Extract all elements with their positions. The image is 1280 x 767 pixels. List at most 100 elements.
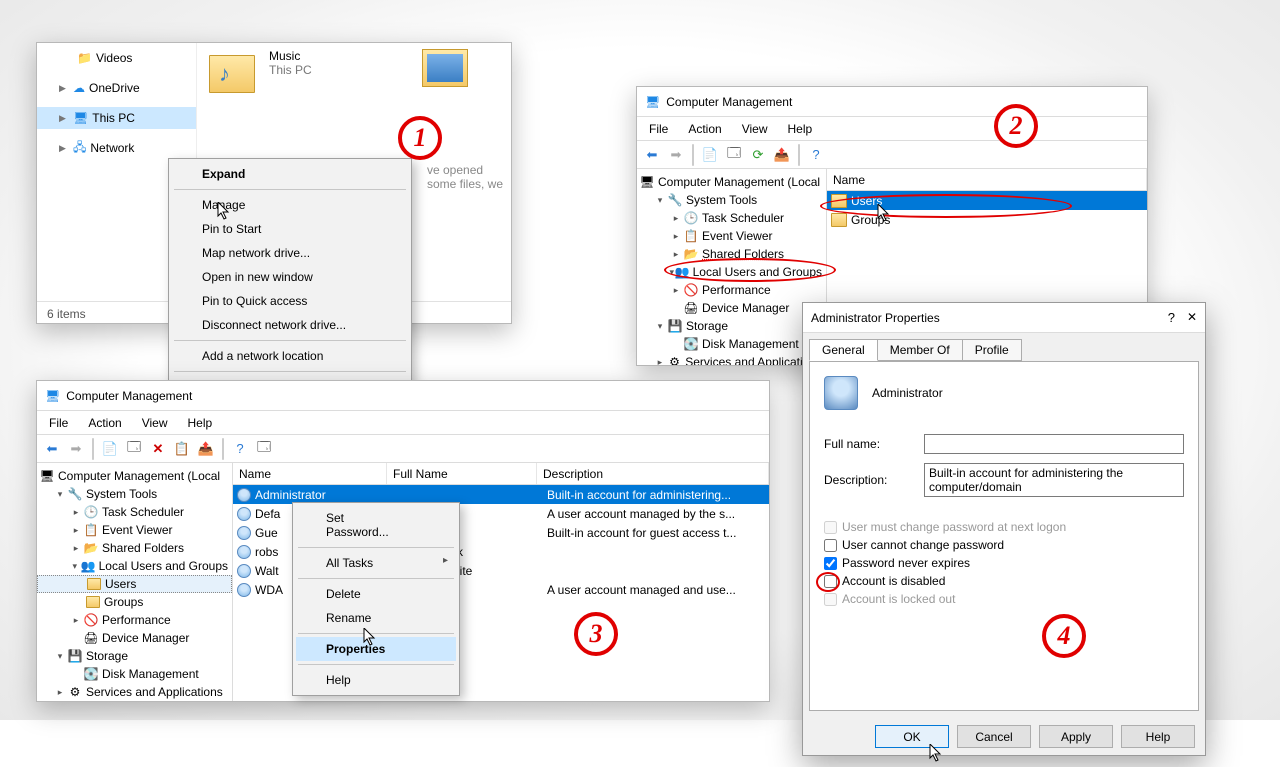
ok-button[interactable]: OK [875,725,949,748]
delete-button[interactable]: ✕ [147,438,169,460]
cancel-button[interactable]: Cancel [957,725,1031,748]
chk-disabled[interactable] [824,575,837,588]
separator [92,438,94,460]
tree-devmgr[interactable]: 🖨Device Manager [637,299,826,317]
menu-help[interactable]: Help [780,120,821,138]
help-button[interactable]: ? [1168,310,1175,325]
tree-lug[interactable]: ▾👥Local Users and Groups [637,263,826,281]
tree-eventviewer[interactable]: ▸📋Event Viewer [637,227,826,245]
close-button[interactable]: ✕ [1187,310,1197,325]
view-button[interactable]: 🗔 [253,438,275,460]
menu-file[interactable]: File [641,120,676,138]
tree-diskmgmt[interactable]: 💽Disk Management [637,335,826,353]
menu-view[interactable]: View [134,414,176,432]
tree-systools[interactable]: ▾🔧System Tools [37,485,232,503]
col-name[interactable]: Name [233,463,387,484]
ctx-open-new[interactable]: Open in new window [172,265,408,289]
nav-back-button[interactable]: ⬅ [41,438,63,460]
description-input[interactable] [924,463,1184,497]
export-button[interactable]: 📤 [195,438,217,460]
tree-groups[interactable]: Groups [37,593,232,611]
new-button[interactable]: 📄 [99,438,121,460]
separator [298,633,454,634]
ctx-delete[interactable]: Delete [296,582,456,606]
export-button[interactable]: 📤 [771,144,793,166]
user-icon [237,488,251,502]
tree-diskmgmt[interactable]: 💽Disk Management [37,665,232,683]
refresh-button[interactable]: ⟳ [747,144,769,166]
col-fullname[interactable]: Full Name [387,463,537,484]
list-item-groups[interactable]: Groups [827,210,1147,229]
separator [174,340,406,341]
tree-systools[interactable]: ▾🔧System Tools [637,191,826,209]
tree-services[interactable]: ▸⚙Services and Applications [37,683,232,701]
col-name[interactable]: Name [827,169,1147,190]
chk-label: Password never expires [842,556,970,570]
tree-storage[interactable]: ▾💾Storage [37,647,232,665]
nav-forward-button[interactable]: ➡ [665,144,687,166]
prop-button[interactable]: 📋 [171,438,193,460]
user-icon [237,564,251,578]
col-desc[interactable]: Description [537,463,769,484]
fullname-input[interactable] [924,434,1184,454]
nav-item-onedrive[interactable]: ▶ ☁ OneDrive [37,77,196,99]
nav-item-videos[interactable]: 📁 Videos [37,47,196,69]
menu-view[interactable]: View [734,120,776,138]
apply-button[interactable]: Apply [1039,725,1113,748]
menu-file[interactable]: File [41,414,76,432]
ctx-disconnect[interactable]: Disconnect network drive... [172,313,408,337]
ctx-expand[interactable]: Expand [172,162,408,186]
ctx-pin-start[interactable]: Pin to Start [172,217,408,241]
tree-storage[interactable]: ▾💾Storage [637,317,826,335]
ctx-properties[interactable]: Properties [296,637,456,661]
ctx-map-drive[interactable]: Map network drive... [172,241,408,265]
tree-root[interactable]: 🖥Computer Management (Local [637,173,826,191]
videos-folder-icon[interactable] [422,49,468,87]
tree-users[interactable]: Users [37,575,232,593]
tree-devmgr[interactable]: 🖨Device Manager [37,629,232,647]
tree-performance[interactable]: ▸🚫Performance [37,611,232,629]
tree-tasksched[interactable]: ▸🕒Task Scheduler [37,503,232,521]
tree-lug[interactable]: ▾👥Local Users and Groups [37,557,232,575]
menu-help[interactable]: Help [180,414,221,432]
tab-profile[interactable]: Profile [962,339,1022,361]
help-button[interactable]: ? [229,438,251,460]
nav-forward-button[interactable]: ➡ [65,438,87,460]
toolbar: ⬅ ➡ 📄 🗔 ✕ 📋 📤 ? 🗔 [37,435,769,463]
chk-neverexpires[interactable] [824,557,837,570]
menu-action[interactable]: Action [80,414,129,432]
tree-eventviewer[interactable]: ▸📋Event Viewer [37,521,232,539]
ctx-pin-quick[interactable]: Pin to Quick access [172,289,408,313]
up-button[interactable]: 📄 [699,144,721,166]
properties-button[interactable]: 🗔 [723,144,745,166]
separator [174,371,406,372]
tree-tasksched[interactable]: ▸🕒Task Scheduler [637,209,826,227]
ctx-manage[interactable]: Manage [172,193,408,217]
tree-services[interactable]: ▸⚙Services and Applications [637,353,826,365]
chk-label: Account is disabled [842,574,945,588]
help-button[interactable]: Help [1121,725,1195,748]
nav-item-network[interactable]: ▶ 🖧 Network [37,137,196,159]
list-header: Name Full Name Description [233,463,769,485]
separator [798,144,800,166]
nav-back-button[interactable]: ⬅ [641,144,663,166]
help-button[interactable]: ? [805,144,827,166]
tab-memberof[interactable]: Member Of [877,339,963,361]
nav-item-thispc[interactable]: ▶ 🖥 This PC [37,107,196,129]
tab-general[interactable]: General [809,339,878,361]
music-folder-icon[interactable]: ♪ [209,49,259,99]
ctx-setpassword[interactable]: Set Password... [296,506,456,544]
list-item-users[interactable]: Users [827,191,1147,210]
description-label: Description: [824,473,924,487]
menu-action[interactable]: Action [680,120,729,138]
tree-performance[interactable]: ▸🚫Performance [637,281,826,299]
ctx-add-location[interactable]: Add a network location [172,344,408,368]
ctx-help[interactable]: Help [296,668,456,692]
tree-shared[interactable]: ▸📂Shared Folders [637,245,826,263]
ctx-rename[interactable]: Rename [296,606,456,630]
chk-cannotchange[interactable] [824,539,837,552]
tree-root[interactable]: 🖥Computer Management (Local [37,467,232,485]
tree-shared[interactable]: ▸📂Shared Folders [37,539,232,557]
window-button[interactable]: 🗔 [123,438,145,460]
ctx-alltasks[interactable]: All Tasks [296,551,456,575]
